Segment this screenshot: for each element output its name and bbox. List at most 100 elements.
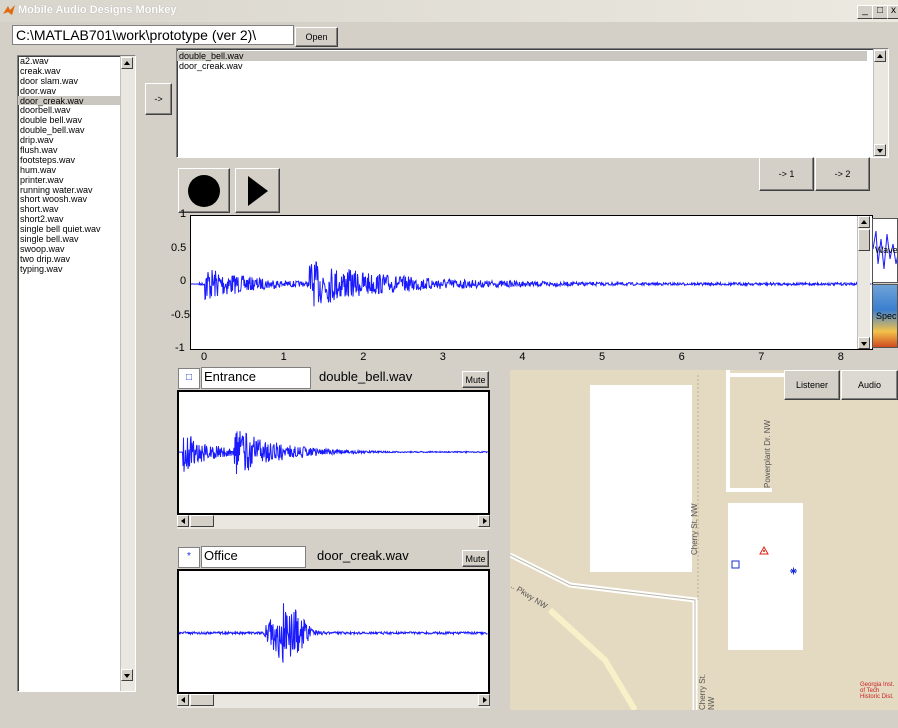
x-tick-label: 4: [519, 351, 526, 363]
scroll-down-arrow-icon[interactable]: [121, 669, 133, 681]
scroll-down-arrow-icon[interactable]: [858, 337, 870, 349]
main-waveform-plot[interactable]: [190, 215, 873, 350]
channel-2-name-field[interactable]: Office: [201, 546, 306, 568]
selected-list[interactable]: double_bell.wav door_creak.wav: [176, 48, 889, 158]
scroll-thumb[interactable]: [858, 229, 870, 251]
file-list-item[interactable]: typing.wav: [18, 264, 121, 274]
file-list-item[interactable]: running water.wav: [18, 185, 121, 195]
file-list-items: a2.wav creak.wav door slam.wav door.wav door…: [18, 56, 121, 274]
wave-tab-label: Wave: [875, 245, 898, 255]
listener-tab[interactable]: Listener: [784, 370, 840, 400]
file-list-item[interactable]: short woosh.wav: [18, 194, 121, 205]
window-title: Mobile Audio Designs Monkey: [18, 4, 177, 16]
scroll-up-arrow-icon[interactable]: [874, 50, 886, 62]
x-tick-label: 7: [758, 351, 765, 363]
file-list-item[interactable]: swoop.wav: [18, 244, 121, 254]
open-button[interactable]: Open: [295, 27, 338, 47]
channel-1-file-label: double_bell.wav: [319, 369, 413, 384]
audio-tab[interactable]: Audio: [841, 370, 898, 400]
file-list-item[interactable]: short.wav: [18, 204, 121, 214]
scroll-up-arrow-icon[interactable]: [858, 216, 870, 228]
channel-1-marker-button[interactable]: □: [178, 368, 200, 389]
file-list-item[interactable]: doorbell.wav: [18, 105, 121, 116]
channel-1-trace: [178, 431, 488, 475]
file-list[interactable]: a2.wav creak.wav door slam.wav door.wav door…: [17, 55, 136, 692]
channel-1-scrollbar[interactable]: [177, 515, 490, 529]
channel-1-waveform[interactable]: [177, 390, 490, 515]
close-button[interactable]: x: [887, 5, 898, 19]
selected-list-item[interactable]: door_creak.wav: [177, 61, 867, 71]
cherry-street-label-1: Cherry St. NW: [690, 503, 699, 555]
y-tick-label: 1: [180, 208, 187, 220]
y-tick-label: 0.5: [171, 241, 187, 254]
y-tick-label: -0.5: [171, 308, 190, 321]
scroll-thumb[interactable]: [190, 515, 214, 527]
file-list-item[interactable]: a2.wav: [18, 56, 121, 66]
play-icon: [247, 175, 268, 206]
channel-2-marker-button[interactable]: *: [178, 547, 200, 568]
record-icon: [188, 174, 220, 207]
cherry-street-label-2: Cherry St. NW: [698, 673, 716, 710]
scroll-up-arrow-icon[interactable]: [121, 57, 133, 69]
file-list-item[interactable]: drip.wav: [18, 135, 121, 145]
y-tick-label: -1: [175, 342, 185, 354]
file-list-item[interactable]: flush.wav: [18, 145, 121, 155]
file-list-item[interactable]: door_creak.wav: [18, 95, 121, 106]
matlab-logo-icon: [3, 5, 15, 15]
channel-2-file-label: door_creak.wav: [317, 548, 409, 563]
file-list-scrollbar[interactable]: [120, 56, 135, 691]
file-list-item[interactable]: creak.wav: [18, 66, 121, 76]
scroll-left-arrow-icon[interactable]: [177, 515, 189, 527]
x-tick-label: 8: [837, 351, 844, 363]
historic-district-label: Georgia Inst. of Tech Historic Dist.: [860, 682, 895, 700]
add-file-button[interactable]: ->: [145, 83, 172, 115]
selected-list-scrollbar[interactable]: [873, 49, 888, 157]
channel-1-mute-button[interactable]: Mute: [462, 371, 489, 388]
spec-view-tab[interactable]: Spec: [872, 284, 898, 348]
file-list-item[interactable]: hum.wav: [18, 165, 121, 175]
file-list-item[interactable]: short2.wav: [18, 214, 121, 224]
campus-map[interactable]: Cherry St. NW Cherry St. NW Powerplant D…: [510, 370, 898, 710]
channel-1-name-field[interactable]: Entrance: [201, 367, 311, 389]
file-list-item[interactable]: double bell.wav: [18, 115, 121, 125]
x-tick-label: 3: [439, 351, 446, 363]
file-list-item[interactable]: two drip.wav: [18, 254, 121, 264]
maximize-button[interactable]: □: [872, 5, 888, 19]
y-tick-label: 0: [180, 275, 187, 287]
scroll-right-arrow-icon[interactable]: [478, 694, 490, 706]
selected-list-item[interactable]: double_bell.wav: [177, 51, 867, 61]
channel-2-mute-button[interactable]: Mute: [462, 550, 489, 567]
record-button[interactable]: [178, 168, 230, 213]
x-tick-label: 1: [280, 351, 287, 363]
waveform-trace: [190, 261, 872, 307]
channel-2-waveform-svg: [178, 603, 488, 663]
file-list-item[interactable]: double_bell.wav: [18, 125, 121, 135]
minimize-button[interactable]: _: [857, 5, 873, 19]
wave-view-tab[interactable]: Wave: [872, 218, 898, 283]
powerplant-drive-label: Powerplant Dr. NW: [763, 419, 772, 488]
file-list-item[interactable]: single bell quiet.wav: [18, 224, 121, 234]
play-button[interactable]: [235, 168, 280, 213]
file-list-item[interactable]: footsteps.wav: [18, 155, 121, 165]
main-plot-scrollbar[interactable]: [857, 216, 870, 349]
channel-2-scrollbar[interactable]: [177, 694, 490, 708]
assign-channel-2-button[interactable]: -> 2: [815, 157, 870, 191]
channel-1-waveform-svg: [178, 431, 488, 475]
x-tick-label: 6: [678, 351, 685, 363]
file-list-item[interactable]: door.wav: [18, 86, 121, 96]
main-waveform-svg: [190, 261, 872, 307]
file-list-item[interactable]: single bell.wav: [18, 234, 121, 244]
selected-list-items: double_bell.wav door_creak.wav: [177, 51, 867, 71]
file-list-item[interactable]: printer.wav: [18, 175, 121, 185]
scroll-left-arrow-icon[interactable]: [177, 694, 189, 706]
channel-2-waveform[interactable]: [177, 569, 490, 694]
map-drawing: [510, 370, 810, 710]
path-field[interactable]: C:\MATLAB701\work\prototype (ver 2)\: [12, 25, 294, 45]
assign-channel-1-button[interactable]: -> 1: [759, 157, 814, 191]
file-list-item[interactable]: door slam.wav: [18, 76, 121, 86]
scroll-right-arrow-icon[interactable]: [478, 515, 490, 527]
scroll-down-arrow-icon[interactable]: [874, 144, 886, 156]
scroll-thumb[interactable]: [190, 694, 214, 706]
spec-tab-label: Spec: [876, 311, 897, 321]
x-tick-label: 2: [360, 351, 367, 363]
